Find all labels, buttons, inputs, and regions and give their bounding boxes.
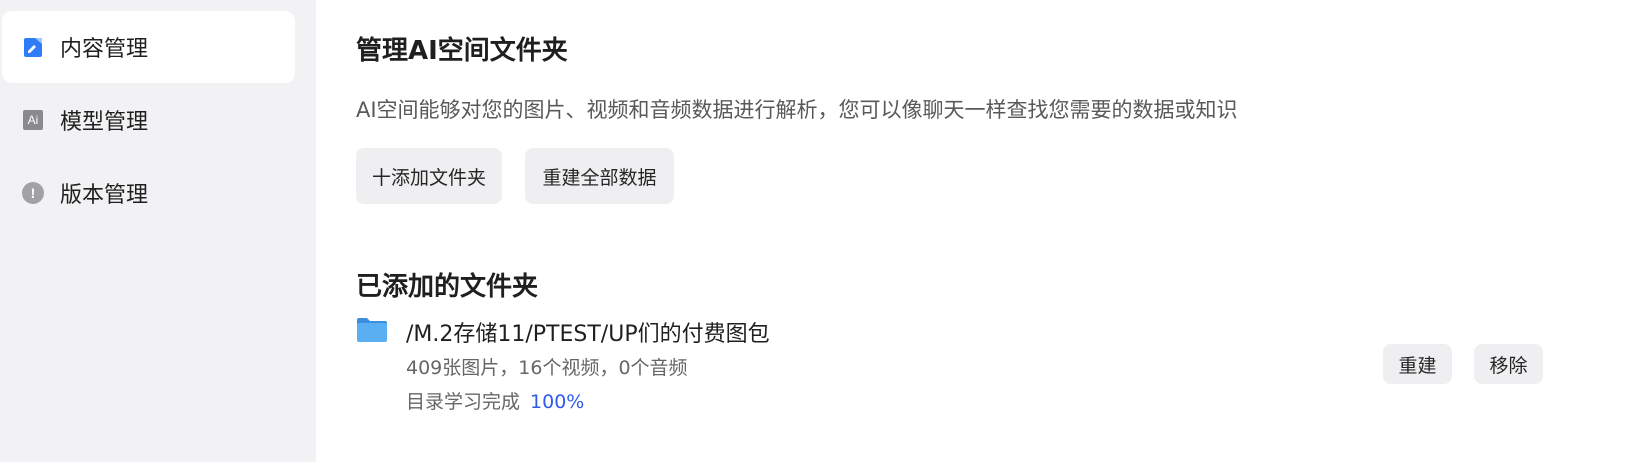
folder-path: /M.2存储11/PTEST/UP们的付费图包 (406, 322, 770, 347)
folder-icon (356, 317, 388, 343)
info-icon: ! (22, 182, 44, 204)
progress-value: 100% (530, 391, 585, 413)
page-description: AI空间能够对您的图片、视频和音频数据进行解析，您可以像聊天一样查找您需要的数据… (356, 98, 1238, 122)
sidebar-item-label: 版本管理 (60, 183, 149, 208)
sidebar-item-label: 模型管理 (60, 110, 149, 135)
remove-button[interactable]: 移除 (1474, 344, 1543, 384)
page-title: 管理AI空间文件夹 (356, 36, 568, 66)
main-content: 管理AI空间文件夹 AI空间能够对您的图片、视频和音频数据进行解析，您可以像聊天… (316, 0, 1645, 462)
add-folder-button[interactable]: 十添加文件夹 (356, 148, 502, 204)
rebuild-button[interactable]: 重建 (1383, 344, 1452, 384)
sidebar-item-version-management[interactable]: ! 版本管理 (2, 157, 295, 229)
sidebar-item-model-management[interactable]: Ai 模型管理 (2, 84, 295, 156)
progress-label: 目录学习完成 (406, 391, 521, 413)
sidebar: 内容管理 Ai 模型管理 ! 版本管理 (0, 0, 315, 462)
document-edit-icon (22, 36, 44, 58)
added-folders-title: 已添加的文件夹 (356, 272, 539, 302)
folder-stats: 409张图片，16个视频，0个音频 (406, 357, 688, 379)
ai-icon: Ai (22, 109, 44, 131)
sidebar-item-content-management[interactable]: 内容管理 (2, 11, 295, 83)
sidebar-item-label: 内容管理 (60, 37, 149, 62)
rebuild-all-button[interactable]: 重建全部数据 (525, 148, 674, 204)
folder-progress: 目录学习完成 100% (406, 387, 584, 414)
